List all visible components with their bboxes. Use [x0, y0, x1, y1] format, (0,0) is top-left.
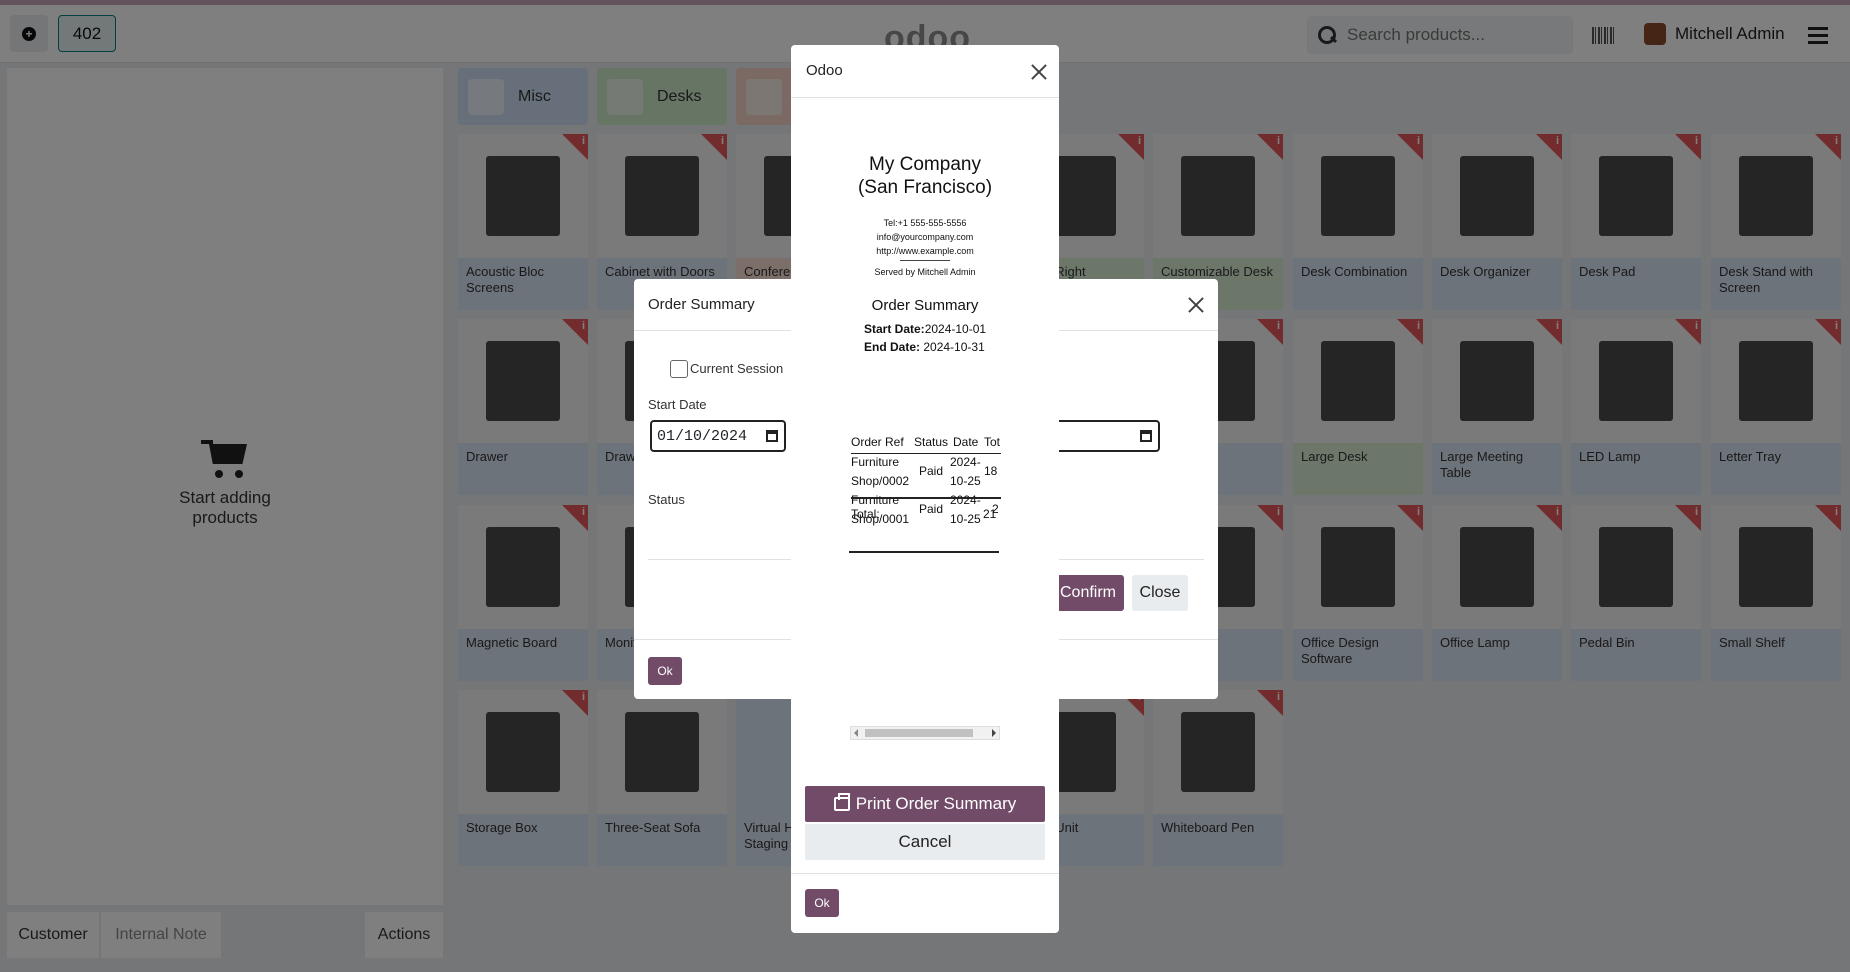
print-label: Print Order Summary — [855, 794, 1017, 813]
company-website: http://www.example.com — [876, 246, 974, 256]
ok-button[interactable]: Ok — [648, 657, 682, 685]
column-header: Tot — [984, 435, 1001, 449]
company-email: info@yourcompany.com — [876, 232, 974, 242]
close-button[interactable]: Close — [1132, 575, 1188, 611]
close-icon[interactable] — [1188, 297, 1204, 313]
order-status: Paid — [919, 464, 944, 478]
confirm-button[interactable]: Confirm — [1052, 575, 1124, 611]
cancel-button[interactable]: Cancel — [805, 824, 1045, 860]
served-by: Served by Mitchell Admin — [874, 267, 976, 277]
scroll-left-arrow[interactable] — [854, 729, 858, 737]
total-divider-line — [851, 497, 1001, 499]
print-order-summary-button[interactable]: Print Order Summary — [805, 786, 1045, 822]
end-date-label: End Date: — [864, 340, 921, 354]
scroll-thumb[interactable] — [865, 729, 973, 737]
ok-button[interactable]: Ok — [805, 889, 839, 917]
column-header: Order Ref — [851, 435, 904, 449]
dialog-title: Odoo — [806, 62, 843, 79]
status-label: Status — [648, 492, 685, 507]
dialog-footer-divider — [791, 873, 1059, 874]
company-phone: Tel:+1 555-555-5556 — [883, 218, 967, 228]
separator — [900, 260, 950, 261]
total-divider — [849, 551, 999, 553]
receipt-scrollbar[interactable] — [850, 726, 1000, 740]
calendar-icon[interactable] — [1140, 430, 1152, 442]
dialog-title: Order Summary — [648, 296, 755, 313]
start-date-value: 2024-10-01 — [924, 322, 987, 336]
company-line: My Company — [869, 154, 981, 175]
close-icon[interactable] — [1031, 64, 1047, 80]
calendar-icon[interactable] — [766, 430, 778, 442]
total-label: Total: — [851, 507, 880, 521]
column-header: Date — [953, 435, 979, 449]
receipt-preview: My Company (San Francisco) Tel:+1 555-55… — [849, 153, 1001, 793]
end-date-value: 2024-10-31 — [923, 340, 985, 354]
column-header: Status — [914, 435, 949, 449]
company-name: My Company (San Francisco) — [849, 153, 1001, 199]
scroll-right-arrow[interactable] — [992, 729, 996, 737]
dialog-header: Odoo — [791, 45, 1059, 98]
order-status: Paid — [919, 502, 944, 516]
receipt-summary-title: Order Summary — [871, 297, 979, 314]
printer-icon — [833, 793, 850, 811]
start-date-input[interactable]: 01/10/2024 — [650, 420, 786, 452]
order-ref: Furniture Shop/0002 — [851, 455, 910, 488]
current-session-checkbox[interactable] — [670, 360, 688, 378]
start-date-value: 01/10/2024 — [657, 428, 748, 445]
current-session-label: Current Session — [690, 361, 784, 376]
company-contact: Tel:+1 555-555-5556 info@yourcompany.com… — [849, 216, 1001, 258]
start-date-label: Start Date: — [864, 322, 925, 336]
order-date: 2024- 10-25 — [950, 455, 981, 488]
receipt-dialog: Odoo My Company (San Francisco) Tel:+1 5… — [791, 45, 1059, 933]
order-total: 18 — [984, 464, 998, 478]
company-line: (San Francisco) — [857, 177, 993, 198]
start-date-label: Start Date — [648, 397, 707, 412]
receipt-dates: Start Date:2024-10-01 End Date: 2024-10-… — [849, 320, 1001, 356]
total-value: 21 — [983, 507, 997, 521]
